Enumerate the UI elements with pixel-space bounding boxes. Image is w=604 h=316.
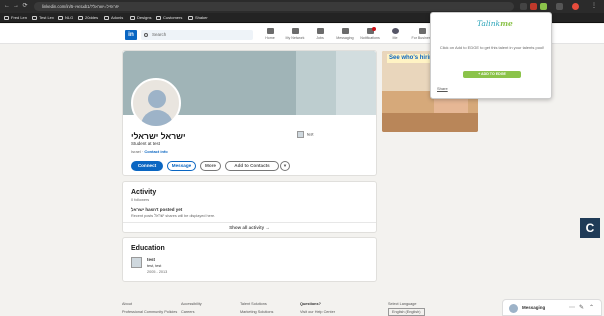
- notification-badge: [372, 27, 376, 31]
- footer-col: Select Language English (English): [388, 300, 425, 316]
- degree: test, test: [147, 264, 162, 268]
- search-icon: [144, 33, 148, 37]
- add-to-contacts-button[interactable]: Add to Contacts: [225, 161, 279, 171]
- extension-icon[interactable]: [520, 3, 527, 10]
- nav-notifications[interactable]: Notifications: [359, 27, 381, 44]
- message-button[interactable]: Message: [167, 161, 196, 171]
- back-icon[interactable]: ←: [3, 2, 11, 11]
- footer-col: Talent Solutions Marketing Solutions: [240, 300, 273, 316]
- messaging-icon: [341, 28, 349, 34]
- folder-icon: [78, 15, 83, 20]
- footer-link[interactable]: Professional Community Policies: [122, 308, 177, 316]
- nav-messaging[interactable]: Messaging: [334, 28, 356, 44]
- footer-col: About Professional Community Policies: [122, 300, 177, 316]
- activity-title: Activity: [131, 189, 157, 196]
- nav-jobs[interactable]: Jobs: [309, 28, 331, 44]
- activity-card: Activity 0 followers ישראל hasn't posted…: [122, 181, 377, 233]
- contacts-dropdown-button[interactable]: ▾: [280, 161, 290, 171]
- messaging-label: Messaging: [522, 305, 546, 310]
- reload-icon[interactable]: ⟳: [21, 2, 29, 11]
- avatar: [391, 28, 399, 34]
- nav-my-network[interactable]: My Network: [284, 28, 306, 44]
- profile-avatar[interactable]: [572, 3, 579, 10]
- folder-icon: [156, 15, 161, 20]
- avatar: [509, 304, 518, 313]
- bookmark-item[interactable]: Adonis: [104, 14, 123, 22]
- footer-link[interactable]: About: [122, 300, 177, 308]
- forward-icon[interactable]: →: [12, 2, 20, 11]
- bookmark-item[interactable]: Customers: [156, 14, 182, 22]
- followers-count: 0 followers: [131, 198, 150, 202]
- compose-icon[interactable]: ✎: [579, 304, 584, 311]
- collapse-icon[interactable]: ⌃: [589, 304, 594, 311]
- language-select[interactable]: English (English): [388, 308, 425, 316]
- extension-icon[interactable]: [530, 3, 537, 10]
- network-icon: [291, 28, 299, 34]
- profile-card: ישראל ישראלי Student at test Israel · Co…: [122, 50, 377, 176]
- avatar-body: [141, 110, 173, 126]
- activity-empty-sub: Recent posts ישראל shares will be displa…: [131, 214, 216, 218]
- footer-link[interactable]: Talent Solutions: [240, 300, 273, 308]
- profile-headline: Student at test: [131, 141, 161, 146]
- school-logo: [297, 131, 304, 138]
- address-bar[interactable]: linkedin.com/in/צגזאיו-5b1/?יפרופיל=ישרא…: [34, 2, 514, 11]
- profile-photo[interactable]: [131, 78, 181, 128]
- contact-info-link[interactable]: Contact info: [144, 149, 167, 154]
- questions-label: Questions?: [300, 302, 321, 306]
- connect-button[interactable]: Connect: [131, 161, 163, 171]
- profile-name: ישראל ישראלי: [131, 131, 186, 141]
- menu-icon[interactable]: ⋮: [590, 2, 598, 11]
- extension-icon[interactable]: [540, 3, 547, 10]
- education-card: Education test test, test 2005 - 2013: [122, 237, 377, 282]
- linkedin-logo[interactable]: in: [125, 30, 137, 40]
- folder-icon: [58, 15, 63, 20]
- divider: [123, 222, 376, 223]
- school-logo: [131, 257, 142, 268]
- folder-icon: [32, 15, 37, 20]
- talinkme-logo: Talinkme: [477, 19, 513, 28]
- cover-shape: [336, 51, 376, 115]
- show-all-activity-link[interactable]: Show all activity →: [123, 225, 376, 230]
- footer-col: Questions? Visit our Help Center: [300, 300, 335, 316]
- footer-link[interactable]: Accessibility: [181, 300, 202, 308]
- bookmark-item[interactable]: Test Lex: [32, 14, 54, 22]
- briefcase-icon: [316, 28, 324, 34]
- school-name[interactable]: test: [147, 257, 155, 262]
- bookmark-item[interactable]: Designs: [130, 14, 151, 22]
- bookmark-item[interactable]: Fred Len: [4, 14, 27, 22]
- avatar-head: [148, 90, 166, 108]
- messaging-bar[interactable]: Messaging ⋯ ✎ ⌃: [502, 299, 602, 316]
- search-input[interactable]: Search: [141, 30, 253, 40]
- nav-me[interactable]: Me: [384, 28, 406, 44]
- bookmark-item[interactable]: 20ddes: [78, 14, 98, 22]
- footer-col: Accessibility Careers: [181, 300, 202, 316]
- footer-link[interactable]: Marketing Solutions: [240, 308, 273, 316]
- more-button[interactable]: More: [200, 161, 221, 171]
- folder-icon: [188, 15, 193, 20]
- popup-message: Click on Add to EDGE to get this talent …: [439, 45, 545, 50]
- share-link[interactable]: Share: [437, 86, 448, 91]
- floating-c-button[interactable]: C: [580, 218, 600, 238]
- select-language-label: Select Language: [388, 302, 417, 306]
- more-icon[interactable]: ⋯: [569, 304, 575, 311]
- education-summary[interactable]: test: [297, 131, 313, 138]
- footer-link[interactable]: Careers: [181, 308, 202, 316]
- activity-empty-title: ישראל hasn't posted yet: [131, 207, 183, 212]
- home-icon: [266, 28, 274, 34]
- nav-home[interactable]: Home: [259, 28, 281, 44]
- grid-icon: [418, 28, 426, 34]
- profile-location: Israel · Contact info: [131, 149, 168, 154]
- add-to-edge-button[interactable]: + ADD TO EDGE: [463, 71, 521, 78]
- folder-icon: [104, 15, 109, 20]
- bookmark-item[interactable]: Shaker: [188, 14, 208, 22]
- folder-icon: [130, 15, 135, 20]
- talinkme-popup: Talinkme Click on Add to EDGE to get thi…: [430, 12, 552, 99]
- bookmark-item[interactable]: NLG: [58, 14, 73, 22]
- extension-icon[interactable]: [556, 3, 563, 10]
- folder-icon: [4, 15, 9, 20]
- help-center-link[interactable]: Visit our Help Center: [300, 308, 335, 316]
- education-title: Education: [131, 245, 165, 252]
- years: 2005 - 2013: [147, 270, 168, 274]
- ad-desk: [382, 113, 478, 132]
